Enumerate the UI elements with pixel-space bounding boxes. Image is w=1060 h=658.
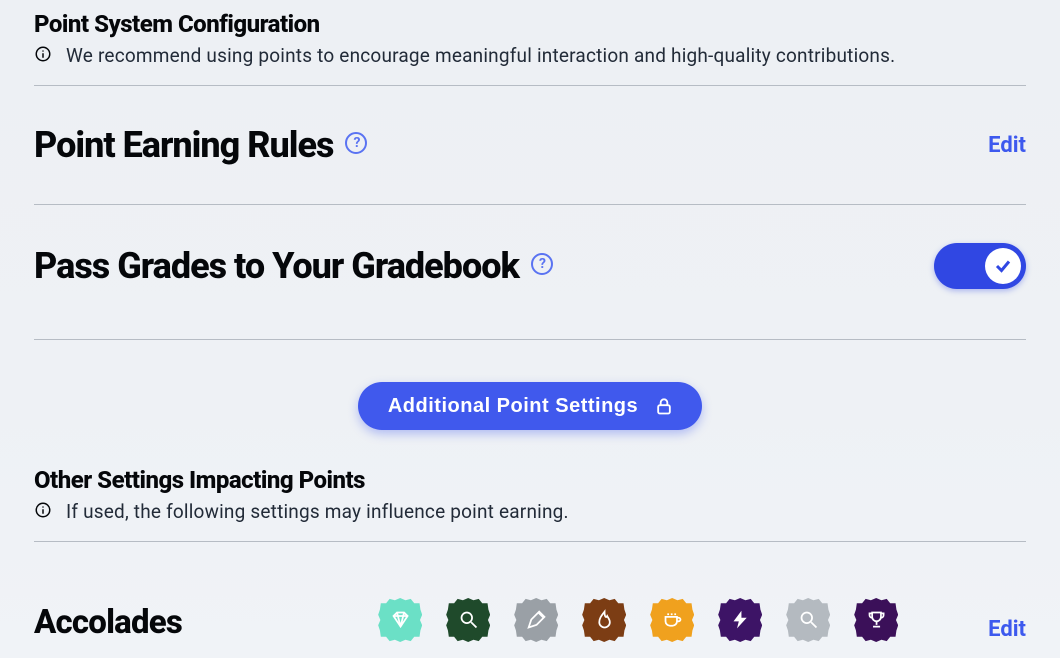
check-icon (994, 257, 1012, 275)
additional-point-settings-button[interactable]: Additional Point Settings (358, 382, 702, 430)
info-icon (34, 501, 52, 523)
accolades-title: Accolades (34, 603, 182, 642)
pass-grades-toggle[interactable] (934, 243, 1026, 289)
additional-settings-row: Additional Point Settings (34, 340, 1026, 466)
pass-grades-section: Pass Grades to Your Gradebook ? (34, 205, 1026, 339)
flame-badge (582, 598, 626, 642)
trophy-badge (854, 598, 898, 642)
edit-accolades-link[interactable]: Edit (988, 617, 1026, 642)
accolades-cluster: Edit (378, 598, 1026, 642)
edit-earning-rules-link[interactable]: Edit (988, 133, 1026, 158)
search-badge (446, 598, 490, 642)
pass-grades-title-text: Pass Grades to Your Gradebook (34, 245, 519, 287)
other-settings-info-row: If used, the following settings may infl… (34, 500, 1026, 523)
pen-badge (514, 598, 558, 642)
accolades-section: Accolades Edit (34, 542, 1026, 642)
other-settings-info-text: If used, the following settings may infl… (66, 500, 569, 523)
magnifier-badge (786, 598, 830, 642)
point-system-title: Point System Configuration (34, 10, 1026, 38)
earning-rules-section: Point Earning Rules ? Edit (34, 86, 1026, 204)
other-settings-section: Other Settings Impacting Points If used,… (34, 466, 1026, 541)
pass-grades-title: Pass Grades to Your Gradebook ? (34, 245, 553, 287)
point-system-info-text: We recommend using points to encourage m… (66, 44, 895, 67)
help-icon[interactable]: ? (345, 132, 367, 154)
help-icon[interactable]: ? (531, 253, 553, 275)
lock-icon (654, 394, 674, 418)
earning-rules-title: Point Earning Rules ? (34, 124, 367, 166)
coffee-badge (650, 598, 694, 642)
info-icon (34, 45, 52, 67)
point-system-info-row: We recommend using points to encourage m… (34, 44, 1026, 67)
diamond-badge (378, 598, 422, 642)
additional-point-settings-label: Additional Point Settings (388, 395, 638, 418)
toggle-knob (985, 248, 1021, 284)
accolade-badges (378, 598, 898, 642)
point-system-section: Point System Configuration We recommend … (34, 10, 1026, 85)
earning-rules-title-text: Point Earning Rules (34, 124, 333, 166)
bolt-badge (718, 598, 762, 642)
other-settings-title: Other Settings Impacting Points (34, 466, 1026, 494)
